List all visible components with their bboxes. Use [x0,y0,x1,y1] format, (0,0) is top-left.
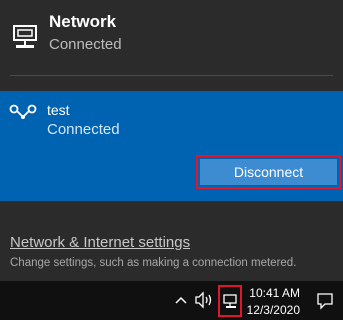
taskbar-clock[interactable]: 10:41 AM 12/3/2020 [244,284,306,318]
ethernet-icon [10,24,40,50]
chevron-up-icon[interactable] [173,292,189,308]
network-settings-description: Change settings, such as making a connec… [10,257,297,269]
network-status: Connected [49,36,122,53]
network-flyout: Network Connected test Connected Disconn… [0,0,343,281]
disconnect-button[interactable]: Disconnect [196,155,341,189]
network-settings-link[interactable]: Network & Internet settings [10,234,190,251]
vpn-name: test [47,102,70,118]
vpn-icon [8,102,38,120]
network-title: Network [49,12,117,31]
divider [10,75,333,76]
vpn-status: Connected [47,121,120,138]
clock-time: 10:41 AM [249,286,300,300]
network-icon [223,294,237,308]
network-tray-button[interactable] [218,285,242,317]
disconnect-button-label: Disconnect [200,159,337,185]
notification-icon[interactable] [316,292,334,310]
taskbar: 10:41 AM 12/3/2020 [0,281,343,320]
volume-icon[interactable] [194,291,216,309]
network-status-item[interactable]: Network Connected [0,0,343,75]
clock-date: 12/3/2020 [246,303,300,317]
